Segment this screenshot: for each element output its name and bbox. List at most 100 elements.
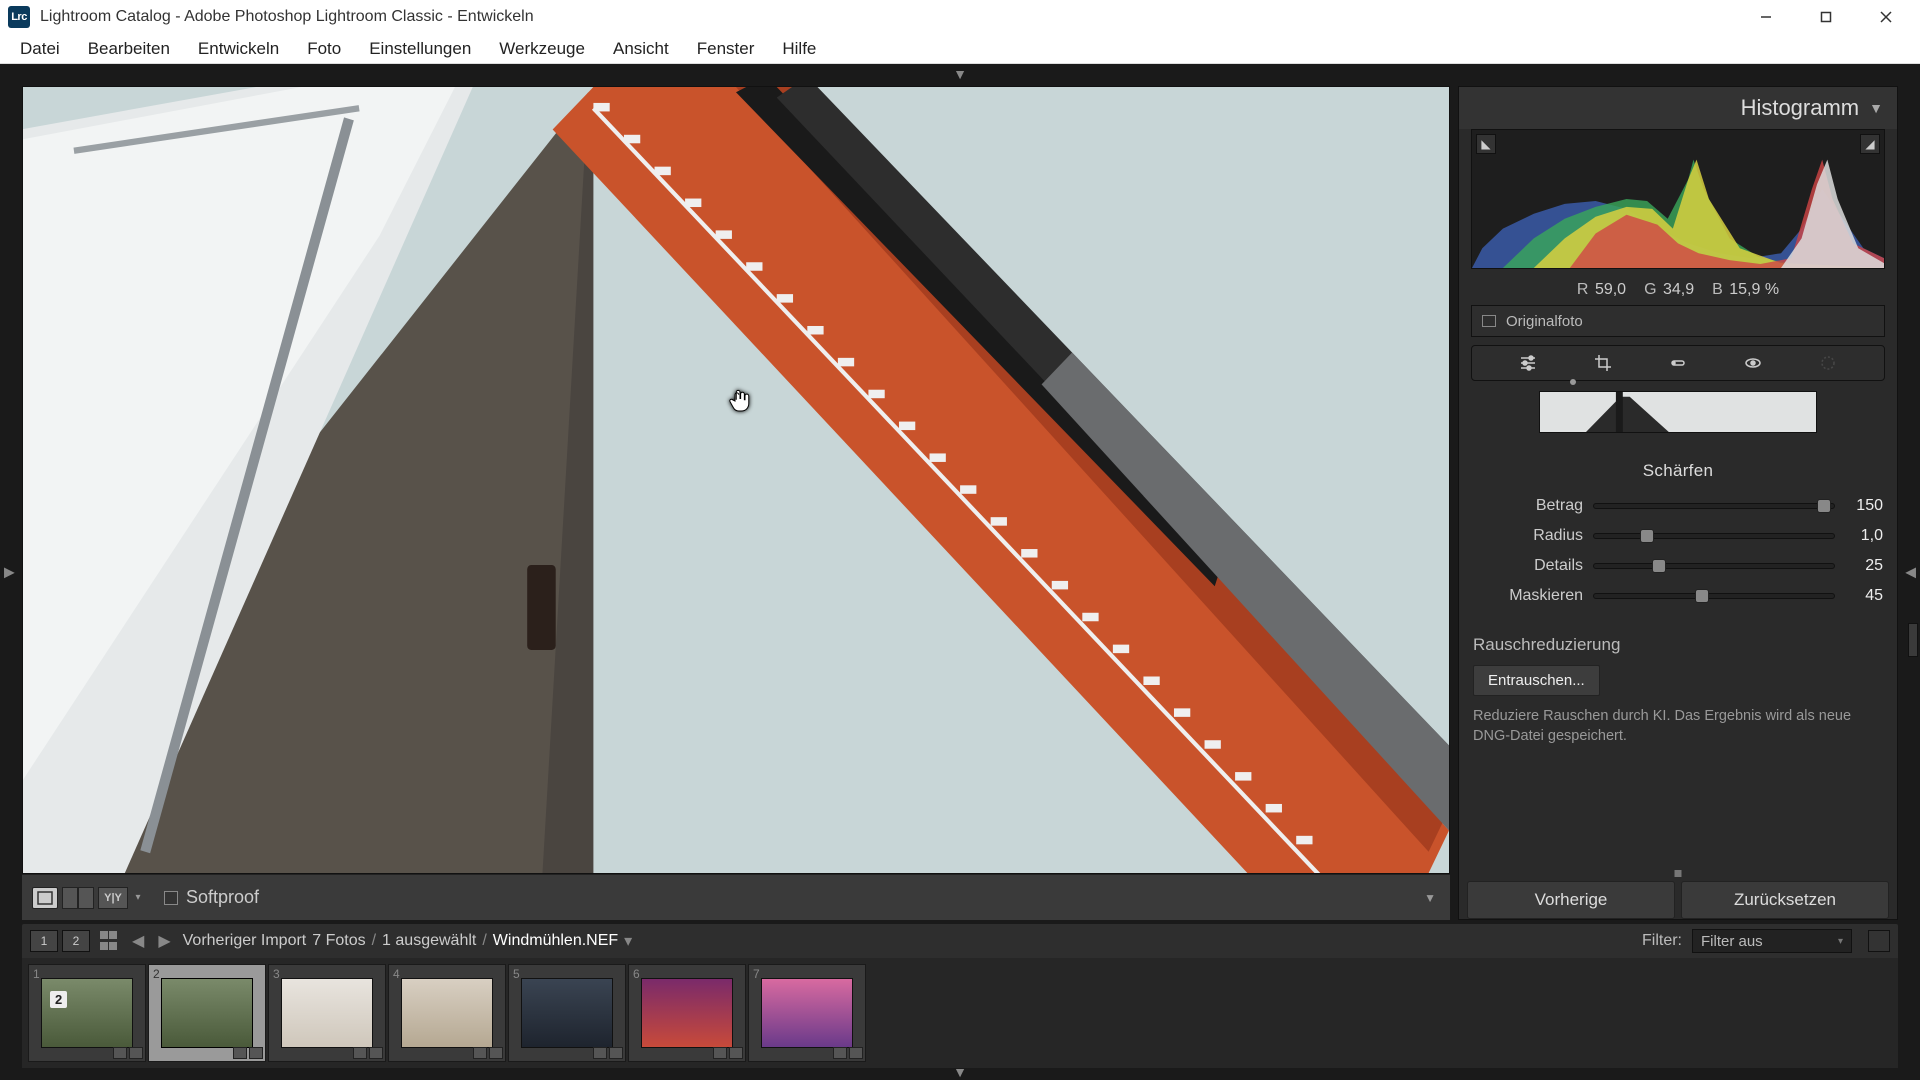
menu-bar: Datei Bearbeiten Entwickeln Foto Einstel… — [0, 34, 1920, 64]
minimize-button[interactable] — [1736, 0, 1796, 34]
thumbnail-badges — [593, 1047, 623, 1059]
menu-einstellungen[interactable]: Einstellungen — [355, 35, 485, 63]
nav-back-icon[interactable]: ◀ — [130, 931, 146, 951]
histogram-panel-title[interactable]: Histogramm — [1741, 95, 1860, 121]
lightroom-logo-icon: Lrc — [8, 6, 30, 28]
thumbnail-badges — [713, 1047, 743, 1059]
grid-view-button[interactable] — [100, 931, 120, 951]
filmstrip-breadcrumb[interactable]: Vorheriger Import 7 Fotos/ 1 ausgewählt/… — [183, 931, 633, 951]
thumbnail-stack-badge: 2 — [50, 991, 67, 1008]
noise-reduction-title: Rauschreduzierung — [1473, 635, 1883, 655]
slider-details-track[interactable] — [1593, 563, 1835, 569]
bottom-panel-toggle-icon[interactable]: ▼ — [953, 1064, 967, 1080]
thumbnail-badges — [113, 1047, 143, 1059]
slider-thumb[interactable] — [1652, 559, 1666, 573]
filter-lock-button[interactable] — [1868, 930, 1890, 952]
right-panel-toggle-icon[interactable]: ◀ — [1905, 564, 1916, 581]
original-photo-checkbox-icon — [1482, 315, 1496, 327]
thumbnail-image: 2 — [41, 978, 133, 1048]
histogram-collapse-icon[interactable]: ▼ — [1869, 100, 1883, 116]
slider-thumb[interactable] — [1640, 529, 1654, 543]
slider-betrag: Betrag 150 — [1473, 491, 1883, 521]
develop-right-panel: Histogramm ▼ ◣ ◢ R 59,0 G 3 — [1458, 86, 1898, 920]
secondary-display-button[interactable]: 2 — [62, 930, 90, 952]
slider-radius-value[interactable]: 1,0 — [1835, 527, 1883, 545]
before-after-yy-button[interactable]: Y|Y — [98, 887, 128, 909]
close-button[interactable] — [1856, 0, 1916, 34]
slider-maskieren: Maskieren 45 — [1473, 581, 1883, 611]
slider-thumb[interactable] — [1817, 499, 1831, 513]
crop-tool-icon[interactable] — [1593, 353, 1613, 373]
thumbnail-index: 4 — [393, 967, 400, 981]
sharpen-section-title: Schärfen — [1473, 461, 1883, 481]
slider-details: Details 25 — [1473, 551, 1883, 581]
filmstrip: 1 2 ◀ ▶ Vorheriger Import 7 Fotos/ 1 aus… — [22, 924, 1898, 1068]
thumbnail[interactable]: 12 — [28, 964, 146, 1062]
edit-sliders-tool-icon[interactable] — [1518, 353, 1538, 373]
nav-forward-icon[interactable]: ▶ — [156, 931, 172, 951]
slider-radius-track[interactable] — [1593, 533, 1835, 539]
before-after-lr-button[interactable] — [62, 887, 94, 909]
slider-thumb[interactable] — [1695, 589, 1709, 603]
menu-datei[interactable]: Datei — [6, 35, 74, 63]
heal-tool-icon[interactable] — [1668, 353, 1688, 373]
slider-betrag-value[interactable]: 150 — [1835, 497, 1883, 515]
slider-maskieren-value[interactable]: 45 — [1835, 587, 1883, 605]
thumbnail[interactable]: 3 — [268, 964, 386, 1062]
slider-betrag-track[interactable] — [1593, 503, 1835, 509]
menu-fenster[interactable]: Fenster — [683, 35, 769, 63]
slider-details-value[interactable]: 25 — [1835, 557, 1883, 575]
loupe-view-button[interactable] — [32, 887, 58, 909]
maximize-button[interactable] — [1796, 0, 1856, 34]
thumbnail-badges — [353, 1047, 383, 1059]
detail-zoom-preview[interactable] — [1539, 391, 1817, 433]
histogram-display[interactable]: ◣ ◢ — [1471, 129, 1885, 269]
menu-foto[interactable]: Foto — [293, 35, 355, 63]
thumbnail[interactable]: 6 — [628, 964, 746, 1062]
top-panel-toggle-icon[interactable]: ▼ — [953, 66, 967, 82]
original-photo-toggle[interactable]: Originalfoto — [1471, 305, 1885, 337]
thumbnail-index: 1 — [33, 967, 40, 981]
primary-display-button[interactable]: 1 — [30, 930, 58, 952]
thumbnail-index: 7 — [753, 967, 760, 981]
menu-entwickeln[interactable]: Entwickeln — [184, 35, 293, 63]
menu-ansicht[interactable]: Ansicht — [599, 35, 683, 63]
thumbnail-image — [641, 978, 733, 1048]
filter-label: Filter: — [1642, 932, 1682, 950]
thumbnail-index: 5 — [513, 967, 520, 981]
denoise-button[interactable]: Entrauschen... — [1473, 665, 1600, 696]
previous-button[interactable]: Vorherige — [1467, 881, 1675, 919]
softproof-label: Softproof — [186, 887, 259, 908]
thumbnail[interactable]: 7 — [748, 964, 866, 1062]
rgb-readout: R 59,0 G 34,9 B 15,9 % — [1459, 275, 1897, 305]
thumbnail-index: 6 — [633, 967, 640, 981]
local-tools-strip — [1471, 345, 1885, 381]
title-bar: Lrc Lightroom Catalog - Adobe Photoshop … — [0, 0, 1920, 34]
slider-maskieren-track[interactable] — [1593, 593, 1835, 599]
thumbnail-badges — [833, 1047, 863, 1059]
slider-radius: Radius 1,0 — [1473, 521, 1883, 551]
left-panel-toggle-icon[interactable]: ▶ — [4, 564, 15, 581]
thumbnail-image — [161, 978, 253, 1048]
thumbnail-badges — [473, 1047, 503, 1059]
view-mode-dropdown-icon[interactable]: ▾ — [132, 887, 144, 909]
thumbnail-image — [401, 978, 493, 1048]
shadow-clipping-icon[interactable]: ◣ — [1476, 134, 1496, 154]
thumbnail-index: 2 — [153, 967, 160, 981]
mask-tool-icon[interactable] — [1818, 353, 1838, 373]
menu-bearbeiten[interactable]: Bearbeiten — [74, 35, 184, 63]
highlight-clipping-icon[interactable]: ◢ — [1860, 134, 1880, 154]
toolbar-options-dropdown-icon[interactable]: ▼ — [1420, 887, 1440, 909]
denoise-description: Reduziere Rauschen durch KI. Das Ergebni… — [1473, 706, 1883, 747]
image-preview[interactable] — [22, 86, 1450, 874]
thumbnail[interactable]: 5 — [508, 964, 626, 1062]
menu-hilfe[interactable]: Hilfe — [768, 35, 830, 63]
thumbnail[interactable]: 4 — [388, 964, 506, 1062]
filter-select[interactable]: Filter aus▾ — [1692, 929, 1852, 953]
softproof-checkbox[interactable] — [164, 891, 178, 905]
redeye-tool-icon[interactable] — [1743, 353, 1763, 373]
panel-scroll-handle[interactable] — [1908, 623, 1918, 657]
reset-button[interactable]: Zurücksetzen — [1681, 881, 1889, 919]
menu-werkzeuge[interactable]: Werkzeuge — [485, 35, 599, 63]
thumbnail[interactable]: 2 — [148, 964, 266, 1062]
